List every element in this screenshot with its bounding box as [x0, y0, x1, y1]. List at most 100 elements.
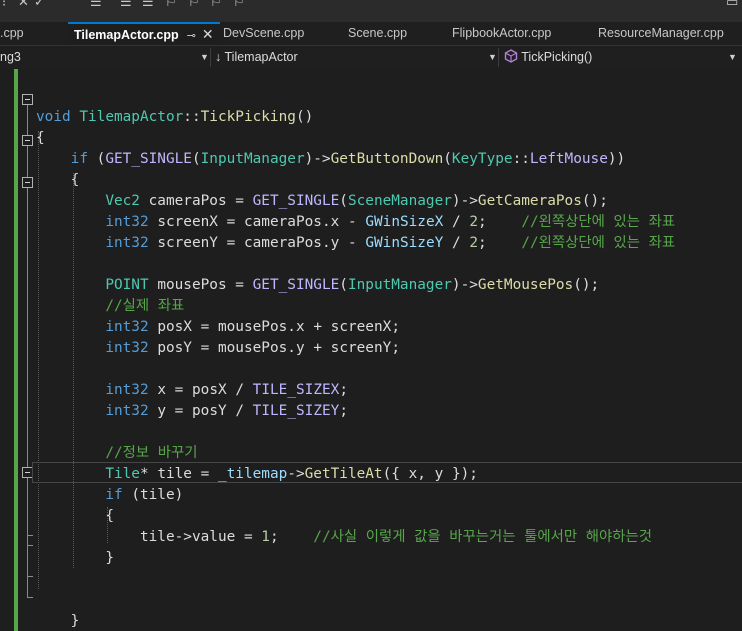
code-variable: _tilemap [217, 466, 288, 482]
code-text: x [295, 319, 305, 335]
code-line: Vec2 cameraPos = GET_SINGLE(SceneManager… [36, 191, 608, 212]
bookmark-prev-icon[interactable]: ⚐ [188, 0, 200, 10]
code-line: void TilemapActor::TickPicking() [36, 107, 313, 128]
code-text: y [157, 403, 166, 419]
dropdown-icon[interactable]: ⁝ [2, 0, 6, 10]
check-icon[interactable]: ✓ [34, 0, 45, 10]
code-text: / [451, 214, 461, 230]
code-line: if (tile) [36, 485, 183, 506]
tab-label: TilemapActor.cpp [74, 28, 179, 42]
code-text: = [226, 214, 236, 230]
pin-icon[interactable]: ⊸ [187, 30, 196, 42]
code-type: Tile [105, 466, 140, 482]
code-comment: //사실 이렇게 값을 바꾸는거는 툴에서만 해야하는것 [313, 529, 652, 545]
tab-tilemapactor[interactable]: TilemapActor.cpp ⊸ ✕ [68, 22, 220, 44]
code-type: POINT [105, 277, 149, 293]
code-text: y [434, 466, 444, 482]
code-text: )) [607, 151, 626, 167]
code-text: . [287, 319, 296, 335]
code-macro: GET_SINGLE [252, 277, 340, 293]
code-text: mousePos [217, 340, 288, 356]
tab-resourcemanager[interactable]: ResourceManager.cpp [598, 22, 724, 44]
code-editor[interactable]: void TilemapActor::TickPicking() { if (G… [0, 69, 742, 631]
nav-divider [498, 48, 499, 67]
bookmark-next-icon[interactable]: ⚐ [210, 0, 222, 10]
code-text: posY [192, 403, 227, 419]
fold-toggle-icon[interactable] [22, 94, 33, 105]
code-text: cameraPos [148, 193, 227, 209]
code-text: ; [269, 529, 279, 545]
tab-label: .cpp [0, 26, 24, 40]
tab-devscene[interactable]: DevScene.cpp [223, 22, 304, 44]
cancel-icon[interactable]: ✕ [18, 0, 29, 10]
code-line: //실제 좌표 [36, 296, 184, 317]
close-icon[interactable]: ✕ [202, 26, 214, 42]
bookmark-clear-icon[interactable]: ⚐ [233, 0, 245, 10]
chevron-down-icon[interactable]: ▼ [200, 46, 209, 69]
code-macro: TILE_SIZEY [252, 403, 340, 419]
code-text: ; [478, 214, 487, 230]
code-text: screenX [330, 319, 392, 335]
code-text: )-> [304, 151, 331, 167]
scope-label: TilemapActor [224, 50, 298, 64]
code-text: ; [391, 340, 400, 356]
code-macro: GET_SINGLE [252, 193, 340, 209]
code-line: { [36, 170, 80, 191]
code-text: = [235, 193, 244, 209]
tab-file[interactable]: .cpp [0, 22, 24, 44]
code-text: (); [573, 277, 600, 293]
code-text: . [321, 235, 331, 251]
fold-toggle-icon[interactable] [22, 135, 33, 146]
chevron-down-icon[interactable]: ▼ [728, 46, 737, 69]
code-line: //정보 바꾸기 [36, 443, 197, 464]
code-line: if (GET_SINGLE(InputManager)->GetButtonD… [36, 149, 626, 170]
tab-scene[interactable]: Scene.cpp [348, 22, 407, 44]
project-dropdown[interactable]: ng3 [0, 46, 21, 69]
code-comment: //왼쪽상단에 있는 좌표 [521, 214, 676, 230]
code-text: = [200, 319, 210, 335]
window-icon[interactable]: ▭ [726, 0, 738, 10]
project-label: ng3 [0, 50, 21, 64]
fold-end [27, 576, 33, 577]
code-keyword: int32 [105, 403, 149, 419]
outdent-icon[interactable]: ☰ [120, 0, 132, 10]
scope-dropdown[interactable]: ↓ TilemapActor [215, 46, 298, 69]
member-dropdown[interactable]: TickPicking() [504, 46, 592, 69]
comment-icon[interactable]: ☰ [142, 0, 154, 10]
fold-end [27, 535, 33, 536]
code-keyword: int32 [105, 319, 149, 335]
bookmark-icon[interactable]: ⚐ [165, 0, 177, 10]
code-text: ({ [382, 466, 400, 482]
chevron-down-icon[interactable]: ▼ [488, 46, 497, 69]
code-line: tile->value = 1; //사실 이렇게 값을 바꾸는거는 툴에서만 … [36, 527, 652, 548]
code-text: -> [174, 529, 192, 545]
tab-flipbookactor[interactable]: FlipbookActor.cpp [452, 22, 551, 44]
code-text: )-> [451, 277, 478, 293]
code-line: } [36, 548, 114, 569]
fold-toggle-icon[interactable] [22, 177, 33, 188]
indent-icon[interactable]: ☰ [90, 0, 102, 10]
code-text: { [70, 172, 80, 188]
code-macro: GET_SINGLE [105, 151, 192, 167]
